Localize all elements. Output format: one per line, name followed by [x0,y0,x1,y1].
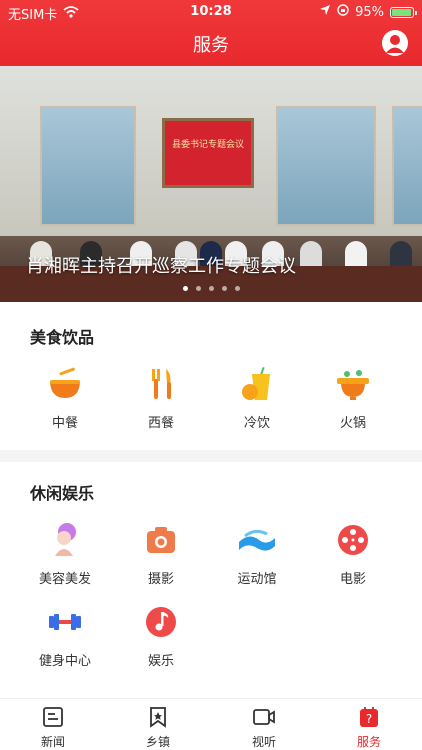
leisure-item-movie[interactable]: 电影 [313,520,393,587]
carousel-dot[interactable] [208,286,214,291]
hotpot-icon [333,364,373,404]
food-section: 美食饮品 中餐 西餐 冷饮 火锅 [0,302,422,450]
music-note-icon [141,602,181,642]
app-root: 无SIM卡 10:28 95% 服务 县委书记专题会议 肖湘晖主持召开巡察工作专… [0,0,422,750]
leisure-item-gym[interactable]: 健身中心 [25,602,105,669]
tab-label: 视听 [251,735,276,749]
food-item-cold-drink[interactable]: 冷饮 [217,364,297,431]
leisure-item-label: 摄影 [147,572,174,587]
fork-knife-icon [141,364,181,404]
tab-label: 新闻 [40,735,65,749]
page-title: 服务 [193,35,229,56]
news-icon [41,705,65,729]
bottom-tab-bar: 新闻 乡镇 视听 ? 服务 [0,698,422,750]
header: 无SIM卡 10:28 95% 服务 [0,0,422,66]
rotation-lock-icon [337,4,349,20]
profile-button[interactable] [382,30,408,56]
bookmark-star-icon [146,705,170,729]
leisure-item-label: 运动馆 [237,572,277,587]
carousel-dot[interactable] [234,286,240,291]
service-icon: ? [357,705,381,729]
status-right: 95% [319,4,417,20]
banner-carousel[interactable]: 县委书记专题会议 肖湘晖主持召开巡察工作专题会议 [0,66,422,302]
noodle-bowl-icon [45,364,85,404]
leisure-item-entertainment[interactable]: 娱乐 [121,602,201,669]
leisure-item-label: 健身中心 [38,654,91,669]
food-item-label: 冷饮 [243,416,270,431]
user-avatar-icon [386,35,404,53]
leisure-section-title: 休闲娱乐 [30,484,95,503]
leisure-item-label: 美容美发 [38,572,91,587]
battery-icon [390,6,417,18]
section-divider [0,450,422,462]
tab-label: 乡镇 [145,735,170,749]
carousel-dot[interactable] [182,286,188,291]
leisure-item-label: 娱乐 [147,654,174,669]
tab-media[interactable]: 视听 [234,705,294,750]
camera-icon [141,520,181,560]
svg-text:?: ? [366,712,372,726]
tab-news[interactable]: 新闻 [23,705,83,750]
carousel-dots [0,286,422,291]
carousel-dot[interactable] [221,286,227,291]
battery-label: 95% [355,4,384,20]
leisure-item-beauty[interactable]: 美容美发 [25,520,105,587]
leisure-item-sports-hall[interactable]: 运动馆 [217,520,297,587]
food-section-title: 美食饮品 [30,328,95,347]
cold-drink-icon [237,364,277,404]
food-item-western[interactable]: 西餐 [121,364,201,431]
beauty-icon [45,520,85,560]
carousel-dot[interactable] [195,286,201,291]
food-item-label: 火锅 [339,416,366,431]
banner-board-text: 县委书记专题会议 [171,140,244,150]
dumbbell-icon [45,602,85,642]
food-item-chinese[interactable]: 中餐 [25,364,105,431]
status-bar: 无SIM卡 10:28 95% [0,0,422,23]
food-item-label: 中餐 [51,416,78,431]
leisure-item-label: 电影 [339,572,366,587]
film-reel-icon [333,520,373,560]
video-icon [252,705,276,729]
leisure-section: 休闲娱乐 美容美发 摄影 运动馆 电影 健身中心 娱乐 [0,462,422,692]
location-icon [319,4,331,20]
food-item-hotpot[interactable]: 火锅 [313,364,393,431]
tab-service[interactable]: ? 服务 [339,705,399,750]
banner-caption: 肖湘晖主持召开巡察工作专题会议 [26,256,296,277]
tab-label: 服务 [356,735,381,749]
wave-icon [237,520,277,560]
banner-board: 县委书记专题会议 [162,118,254,188]
leisure-item-photo[interactable]: 摄影 [121,520,201,587]
food-item-label: 西餐 [147,416,174,431]
tab-towns[interactable]: 乡镇 [128,705,188,750]
